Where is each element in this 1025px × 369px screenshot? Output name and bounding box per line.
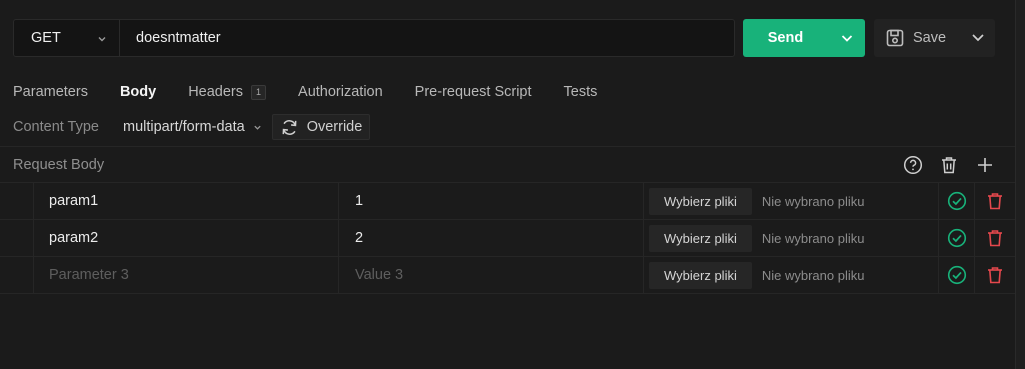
plus-icon [978, 158, 992, 172]
delete-icon [988, 193, 1002, 210]
content-type-label: Content Type [13, 119, 99, 135]
enable-toggle-cell [939, 257, 975, 293]
enable-toggle[interactable] [947, 265, 967, 285]
override-label: Override [306, 119, 363, 135]
delete-cell [975, 257, 1015, 293]
tab-label: Authorization [298, 84, 383, 100]
method-label: GET [31, 30, 61, 46]
choose-files-button[interactable]: Wybierz pliki [649, 187, 752, 215]
file-cell: Wybierz pliki Nie wybrano pliku [644, 220, 939, 256]
delete-row-button[interactable] [986, 265, 1004, 285]
delete-row-button[interactable] [986, 191, 1004, 211]
override-button[interactable]: Override [271, 114, 371, 140]
file-status: Nie wybrano pliku [761, 267, 865, 283]
drag-handle[interactable] [0, 183, 34, 219]
file-cell: Wybierz pliki Nie wybrano pliku [644, 257, 939, 293]
chevron-down-icon [98, 37, 106, 42]
refresh-icon [282, 119, 297, 135]
check-circle-icon [947, 228, 966, 248]
drag-handle[interactable] [0, 220, 34, 256]
request-editor: GET Send Save Parameters Body Headers 1 A… [0, 0, 1025, 369]
request-body-header: Request Body [0, 146, 1015, 183]
param-value-input[interactable] [355, 230, 643, 246]
request-body-title: Request Body [13, 156, 105, 173]
param-name-cell [34, 220, 339, 256]
table-row: Wybierz pliki Nie wybrano pliku [0, 183, 1015, 220]
tab-headers[interactable]: Headers 1 [188, 84, 267, 100]
tab-parameters[interactable]: Parameters [13, 84, 88, 100]
enable-toggle-cell [939, 183, 975, 219]
delete-cell [975, 183, 1015, 219]
send-button[interactable]: Send [743, 19, 865, 57]
chevron-down-icon [254, 125, 261, 130]
param-value-input[interactable] [355, 193, 643, 209]
table-row: Wybierz pliki Nie wybrano pliku [0, 220, 1015, 257]
content-type-select[interactable]: multipart/form-data [123, 119, 262, 135]
param-name-cell [34, 257, 339, 293]
request-body-table: Wybierz pliki Nie wybrano pliku [0, 183, 1015, 294]
check-circle-icon [947, 265, 966, 285]
check-circle-icon [947, 191, 966, 211]
tab-label: Pre-request Script [414, 84, 532, 100]
delete-icon [988, 230, 1002, 247]
help-button[interactable] [895, 155, 931, 175]
request-tabs: Parameters Body Headers 1 Authorization P… [13, 82, 629, 102]
content-type-row: Content Type multipart/form-data Overrid… [13, 114, 371, 140]
delete-cell [975, 220, 1015, 256]
file-status: Nie wybrano pliku [761, 230, 865, 246]
url-input[interactable] [120, 20, 734, 56]
request-body-actions [895, 155, 1003, 175]
tab-label: Body [119, 84, 157, 100]
tab-pre-request-script[interactable]: Pre-request Script [415, 84, 532, 100]
enable-toggle-cell [939, 220, 975, 256]
param-value-cell [339, 220, 644, 256]
param-value-cell [339, 183, 644, 219]
tab-label: Parameters [13, 84, 88, 100]
chevron-down-icon [841, 35, 852, 42]
tab-tests[interactable]: Tests [564, 84, 598, 100]
scrollbar-track[interactable] [1015, 0, 1025, 369]
tab-label: Headers [188, 84, 244, 100]
send-dropdown[interactable] [828, 19, 865, 57]
param-name-input[interactable] [49, 267, 338, 283]
param-value-input[interactable] [355, 267, 643, 283]
param-name-cell [34, 183, 339, 219]
delete-icon [988, 267, 1002, 284]
enable-toggle[interactable] [947, 228, 967, 248]
file-status: Nie wybrano pliku [761, 193, 865, 209]
delete-row-button[interactable] [986, 228, 1004, 248]
chevron-down-icon[interactable] [971, 30, 985, 44]
enable-toggle[interactable] [947, 191, 967, 211]
headers-count-badge: 1 [251, 84, 267, 100]
content-type-value: multipart/form-data [123, 119, 245, 135]
clear-all-button[interactable] [931, 155, 967, 175]
add-parameter-button[interactable] [967, 155, 1003, 175]
tab-body[interactable]: Body [120, 84, 156, 100]
trash-icon [942, 157, 956, 174]
request-bar: GET [13, 19, 735, 57]
param-name-input[interactable] [49, 230, 338, 246]
param-name-input[interactable] [49, 193, 338, 209]
file-cell: Wybierz pliki Nie wybrano pliku [644, 183, 939, 219]
drag-handle[interactable] [0, 257, 34, 293]
choose-files-button[interactable]: Wybierz pliki [649, 224, 752, 252]
save-label: Save [913, 30, 947, 46]
save-button[interactable]: Save [874, 19, 995, 57]
choose-files-button[interactable]: Wybierz pliki [649, 261, 752, 289]
floppy-disk-icon [886, 29, 904, 47]
help-circle-icon [903, 155, 923, 175]
tab-label: Tests [563, 84, 598, 100]
param-value-cell [339, 257, 644, 293]
send-label: Send [767, 30, 804, 46]
table-row: Wybierz pliki Nie wybrano pliku [0, 257, 1015, 294]
method-select[interactable]: GET [14, 20, 120, 56]
tab-authorization[interactable]: Authorization [298, 84, 383, 100]
